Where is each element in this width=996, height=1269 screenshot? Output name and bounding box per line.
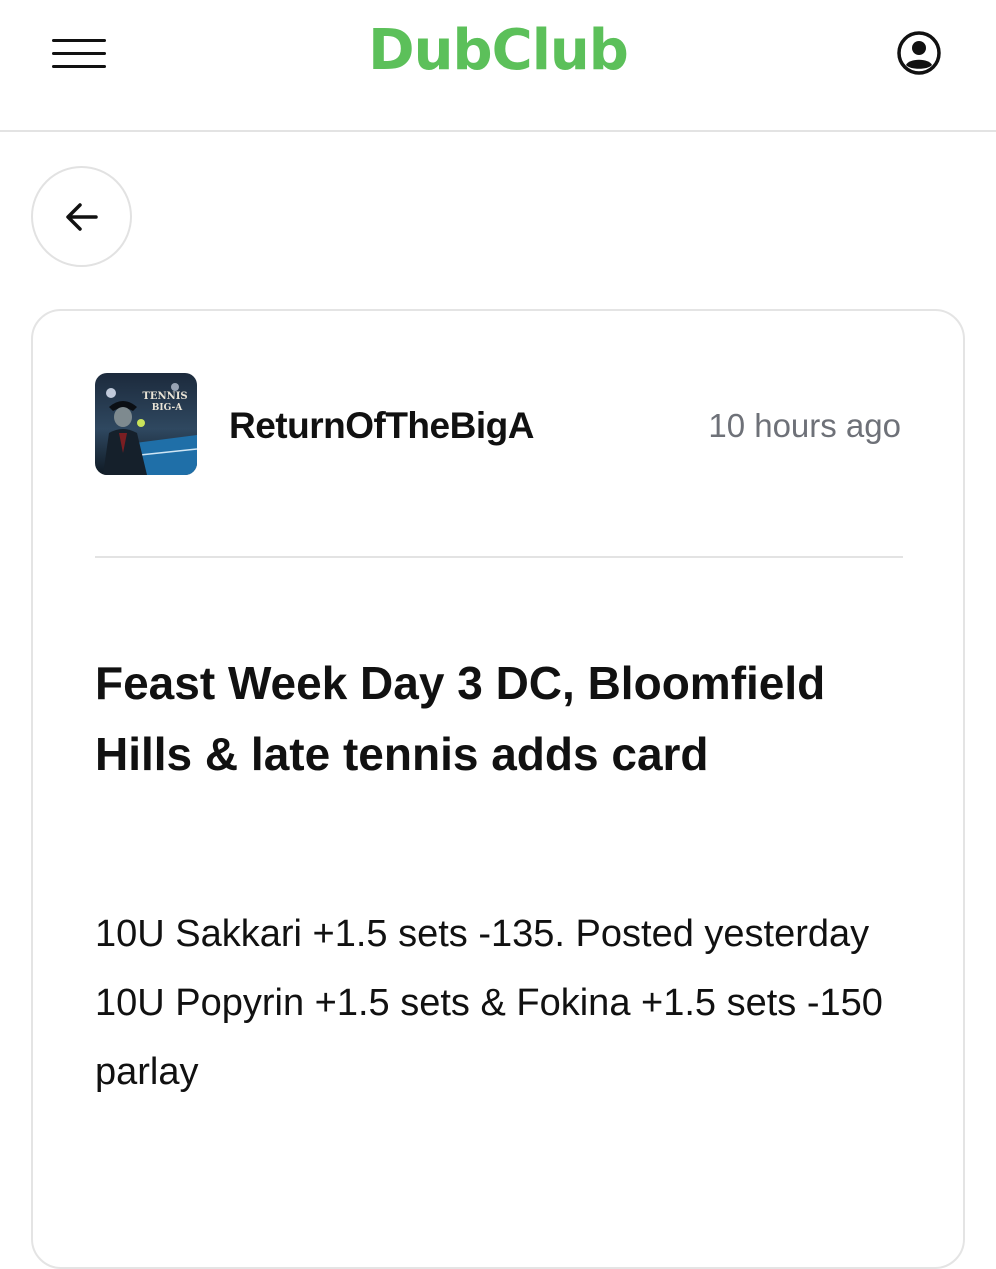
post-card: TENNIS BIG-A ReturnOfTheBigA 10 hours ag… (31, 309, 965, 1269)
svg-text:BIG-A: BIG-A (152, 403, 183, 413)
divider (95, 556, 903, 558)
user-circle-icon[interactable] (895, 29, 943, 77)
top-bar: DubClub (0, 0, 996, 132)
post-line: 10U Sakkari +1.5 sets -135. Posted yeste… (95, 913, 870, 955)
post-body: 10U Sakkari +1.5 sets -135. Posted yeste… (95, 900, 905, 1107)
post-line: 10U Popyrin +1.5 sets & Fokina +1.5 sets… (95, 982, 883, 1093)
author-name[interactable]: ReturnOfTheBigA (229, 405, 534, 447)
arrow-left-icon (65, 202, 98, 231)
app-logo[interactable]: DubClub (0, 18, 996, 83)
post-timestamp: 10 hours ago (708, 407, 901, 444)
back-button[interactable] (31, 166, 132, 267)
svg-text:TENNIS: TENNIS (142, 391, 187, 402)
author-avatar[interactable]: TENNIS BIG-A (95, 373, 197, 475)
post-title: Feast Week Day 3 DC, Bloomfield Hills & … (95, 657, 826, 780)
